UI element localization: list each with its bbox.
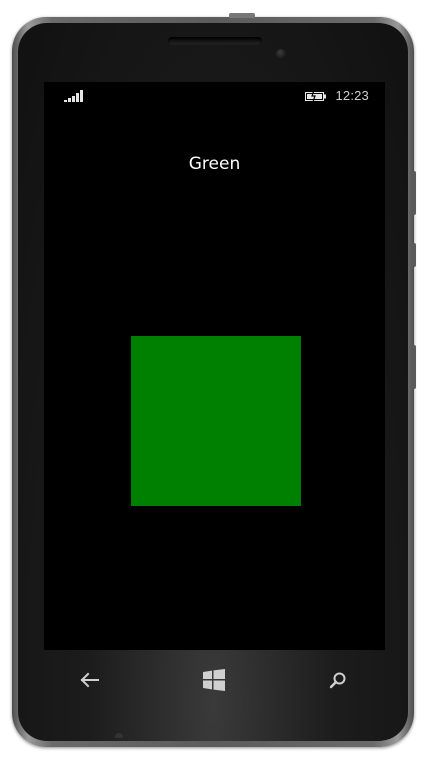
status-bar: 12:23 [44,82,385,108]
microphone [115,733,123,738]
signal-strength-icon [64,90,83,102]
camera-button[interactable] [412,345,416,389]
navigation-bar [44,650,385,710]
windows-start-icon [203,669,225,691]
volume-button[interactable] [412,171,416,215]
phone-screen: 12:23 Green [44,82,385,650]
status-time: 12:23 [335,88,369,103]
top-key [229,13,255,18]
power-button[interactable] [412,243,416,267]
search-button[interactable] [322,664,354,696]
search-icon [329,672,346,689]
front-camera [276,49,286,59]
back-arrow-icon [80,672,99,688]
start-button[interactable] [198,664,230,696]
earpiece-speaker [168,37,262,45]
battery-charging-icon [305,90,326,102]
page-title: Green [188,154,241,174]
color-box [131,336,301,506]
back-button[interactable] [74,664,106,696]
